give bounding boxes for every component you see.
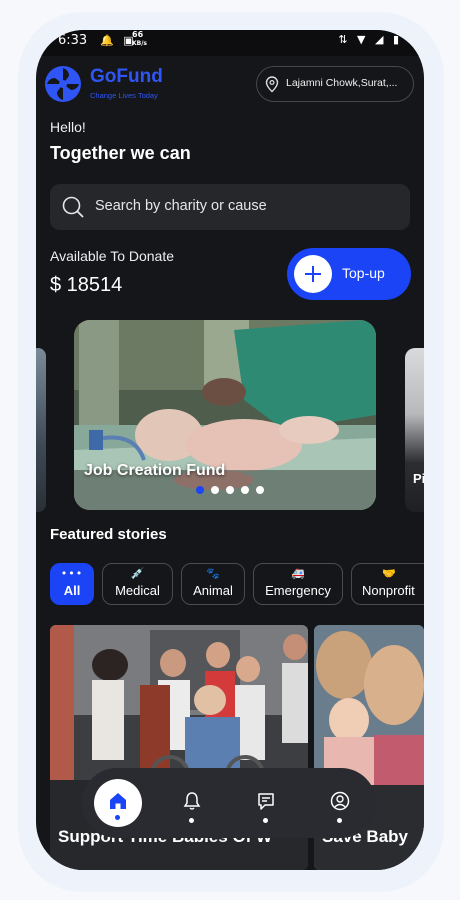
net-speed-value: 66 [132, 30, 144, 39]
nav-notifications[interactable] [168, 779, 216, 827]
handshake-icon: 🤝 [382, 567, 396, 580]
category-chip-nonprofit[interactable]: 🤝 Nonprofit [351, 563, 424, 605]
carousel-dot-active[interactable] [196, 486, 204, 494]
syringe-icon: 💉 [130, 567, 145, 580]
user-icon [330, 791, 350, 811]
brand-name: GoFund [90, 66, 163, 87]
category-chip-animal[interactable]: 🐾 Animal [181, 563, 245, 605]
search-input[interactable]: Search by charity or cause [95, 198, 267, 214]
available-label: Available To Donate [50, 248, 175, 264]
bell-icon [183, 792, 201, 810]
carousel-dot[interactable] [211, 486, 219, 494]
nav-dot [189, 818, 194, 823]
category-label: Animal [193, 583, 233, 598]
location-selector[interactable]: Lajamni Chowk,Surat,... [256, 66, 414, 102]
featured-heading: Featured stories [50, 526, 167, 543]
phone-screen: 6:33 🔔 ▣ 66 KB/s ⇅ ▼ ◢ ▮ GoFund Change Li… [36, 30, 424, 870]
status-net-speed: 66 KB/s [132, 31, 147, 48]
ambulance-icon: 🚑 [291, 567, 305, 580]
category-chip-emergency[interactable]: 🚑 Emergency [253, 563, 343, 605]
newborn-photo [74, 320, 376, 510]
location-pin-icon [265, 76, 279, 93]
status-signal-icons: ⇅ ▼ ◢ ▮ [338, 33, 402, 46]
app-logo: GoFund Change Lives Today [44, 64, 184, 104]
bottom-navigation [82, 768, 376, 838]
status-time: 6:33 [58, 33, 88, 48]
nav-home[interactable] [94, 779, 142, 827]
carousel-dot[interactable] [256, 486, 264, 494]
category-chips: ••• All 💉 Medical 🐾 Animal 🚑 Emergency 🤝… [50, 563, 424, 607]
nav-dot [263, 818, 268, 823]
topup-button[interactable]: Top-up [287, 248, 411, 300]
search-bar[interactable]: Search by charity or cause [50, 184, 410, 230]
greeting-hello: Hello! [50, 119, 86, 135]
category-chip-medical[interactable]: 💉 Medical [102, 563, 173, 605]
nav-dot [337, 818, 342, 823]
gofund-logo-icon [45, 66, 81, 102]
topup-label: Top-up [342, 265, 385, 281]
carousel-pagination [196, 486, 271, 494]
available-amount: $ 18514 [50, 274, 123, 296]
paw-icon: 🐾 [206, 567, 220, 580]
dots-icon: ••• [60, 567, 84, 580]
carousel-prev-card[interactable] [36, 348, 46, 512]
carousel-card[interactable]: Job Creation Fund [74, 320, 376, 510]
carousel-dot[interactable] [241, 486, 249, 494]
search-icon [62, 196, 84, 218]
net-speed-unit: KB/s [132, 40, 147, 47]
plus-icon [294, 255, 332, 293]
carousel-dot[interactable] [226, 486, 234, 494]
nav-messages[interactable] [242, 779, 290, 827]
chat-icon [258, 793, 274, 810]
nav-profile[interactable] [316, 779, 364, 827]
category-label: Emergency [265, 583, 331, 598]
carousel-title: Job Creation Fund [84, 462, 226, 479]
nav-active-indicator [115, 815, 120, 820]
category-label: Medical [115, 583, 160, 598]
carousel-next-card[interactable]: Pi [405, 348, 424, 512]
brand-tagline: Change Lives Today [90, 91, 158, 100]
category-label: All [63, 583, 81, 598]
home-icon [110, 793, 126, 809]
category-label: Nonprofit [362, 583, 415, 598]
category-chip-all[interactable]: ••• All [50, 563, 94, 605]
carousel-next-title: Pi [413, 471, 424, 486]
location-text: Lajamni Chowk,Surat,... [286, 77, 398, 89]
greeting-headline: Together we can [50, 143, 191, 163]
status-bar: 6:33 🔔 ▣ 66 KB/s ⇅ ▼ ◢ ▮ [36, 30, 424, 56]
